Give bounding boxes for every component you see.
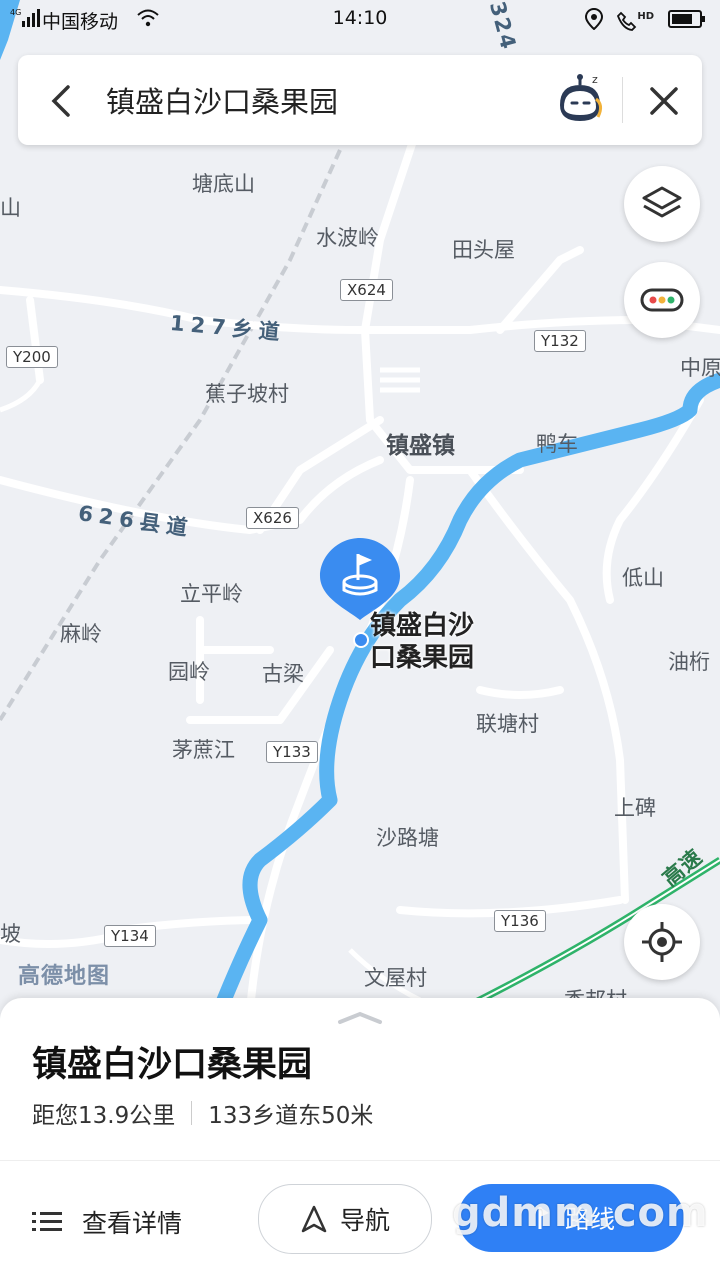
traffic-icon xyxy=(640,288,684,312)
road-badge: Y134 xyxy=(104,925,156,947)
map-label: 田头屋 xyxy=(452,238,515,262)
navigate-button[interactable]: 导航 xyxy=(258,1184,432,1254)
navigation-arrow-icon xyxy=(301,1205,327,1233)
traffic-button[interactable] xyxy=(624,262,700,338)
map-label: 茅蔗江 xyxy=(172,738,235,762)
svg-text:z: z xyxy=(592,73,598,86)
map-view[interactable]: 塘底山 水波岭 田头屋 蕉子坡村 镇盛镇 鸭车 中原 立平岭 麻岭 园岭 古梁 … xyxy=(0,0,720,1010)
map-label: 古梁 xyxy=(262,662,304,686)
chevron-left-icon xyxy=(51,85,70,117)
map-label: 文屋村 xyxy=(364,966,427,990)
place-info: 距您13.9公里 133乡道东50米 xyxy=(32,1096,373,1130)
divider xyxy=(0,1160,720,1161)
map-label: 联塘村 xyxy=(476,712,539,736)
map-label: 中原 xyxy=(680,356,720,380)
map-label: 水波岭 xyxy=(316,226,379,250)
place-address: 133乡道东50米 xyxy=(208,1103,374,1129)
view-details-label: 查看详情 xyxy=(82,1209,183,1238)
hd-badge: HD xyxy=(637,11,654,22)
close-icon xyxy=(650,87,678,115)
site-watermark: gdmm.com xyxy=(452,1190,709,1236)
status-bar: 4G 中国移动 14:10 HD xyxy=(0,0,720,38)
crosshair-icon xyxy=(642,922,682,962)
voice-assistant-button[interactable]: z xyxy=(552,69,608,129)
drag-handle-icon[interactable] xyxy=(336,1010,384,1030)
layers-button[interactable] xyxy=(624,166,700,242)
road-badge: Y136 xyxy=(494,910,546,932)
map-label: 油桁 xyxy=(668,650,710,674)
map-label: 园岭 xyxy=(168,660,210,684)
divider xyxy=(622,77,623,123)
place-name: 镇盛白沙口桑果园 xyxy=(32,1045,313,1085)
map-label: 上碑 xyxy=(614,796,656,820)
map-label: 沙路塘 xyxy=(376,826,439,850)
locate-me-button[interactable] xyxy=(624,904,700,980)
road-badge: X624 xyxy=(340,279,393,301)
map-label: 山 xyxy=(0,196,21,220)
view-details-button[interactable]: 查看详情 xyxy=(32,1204,182,1240)
pin-label: 镇盛白沙 口桑果园 xyxy=(370,611,475,673)
map-label: 立平岭 xyxy=(180,582,243,606)
search-query[interactable]: 镇盛白沙口桑果园 xyxy=(106,79,338,121)
road-badge: Y132 xyxy=(534,330,586,352)
list-icon xyxy=(32,1212,62,1231)
road-badge: Y133 xyxy=(266,741,318,763)
road-badge: X626 xyxy=(246,507,299,529)
map-label: 坡 xyxy=(0,922,21,946)
location-icon xyxy=(585,7,604,34)
pin-dot xyxy=(353,632,369,648)
map-label: 塘底山 xyxy=(192,172,255,196)
map-label-town: 镇盛镇 xyxy=(386,433,455,459)
search-bar[interactable]: 镇盛白沙口桑果园 z xyxy=(18,55,702,145)
close-button[interactable] xyxy=(642,79,686,123)
back-button[interactable] xyxy=(42,79,82,123)
layers-icon xyxy=(642,186,682,218)
navigate-label: 导航 xyxy=(339,1206,390,1235)
map-label: 麻岭 xyxy=(60,622,102,646)
divider xyxy=(191,1101,193,1125)
place-detail-sheet[interactable]: 镇盛白沙口桑果园 距您13.9公里 133乡道东50米 查看详情 导航 路线 xyxy=(0,998,720,1280)
road-badge: Y200 xyxy=(6,346,58,368)
map-label: 鸭车 xyxy=(536,432,578,456)
robot-assistant-icon: z xyxy=(560,73,603,121)
map-label: 蕉子坡村 xyxy=(205,382,289,406)
amap-logo: 高德地图 xyxy=(18,964,111,989)
battery-icon xyxy=(668,9,706,33)
volte-call-icon: HD xyxy=(617,11,654,31)
place-distance: 距您13.9公里 xyxy=(32,1103,176,1129)
map-label: 低山 xyxy=(622,566,664,590)
